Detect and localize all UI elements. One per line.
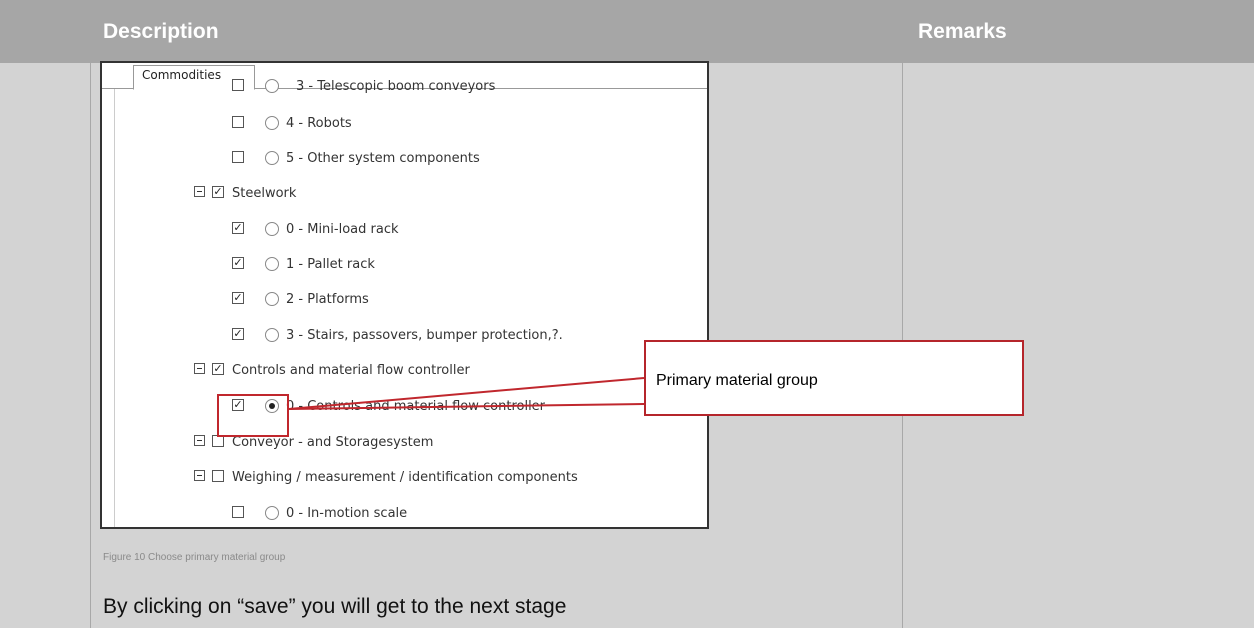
callout-box: Primary material group <box>644 340 1024 416</box>
callout-connector <box>288 377 645 410</box>
figure-caption: Figure 10 Choose primary material group <box>103 552 286 563</box>
body-text: By clicking on “save” you will get to th… <box>103 595 567 618</box>
callout-text: Primary material group <box>656 372 818 389</box>
